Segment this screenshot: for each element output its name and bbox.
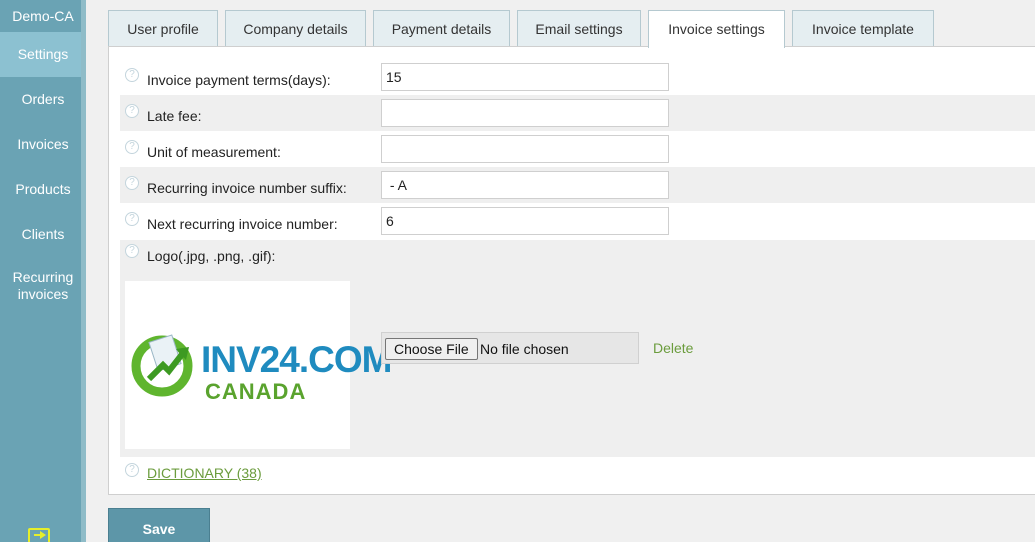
tab-invoice-template[interactable]: Invoice template bbox=[792, 10, 934, 47]
file-status: No file chosen bbox=[480, 341, 569, 357]
invoice-settings-panel: ? Invoice payment terms(days): ? Late fe… bbox=[108, 46, 1035, 495]
settings-tabs: User profile Company details Payment det… bbox=[108, 10, 1035, 48]
tab-payment-details[interactable]: Payment details bbox=[373, 10, 510, 47]
unit-row: ? Unit of measurement: bbox=[120, 131, 1035, 167]
choose-file-button[interactable]: Choose File bbox=[385, 338, 478, 360]
tab-invoice-settings[interactable]: Invoice settings bbox=[648, 10, 785, 48]
payment-terms-label: Invoice payment terms(days): bbox=[147, 72, 331, 88]
logout-icon[interactable] bbox=[28, 528, 50, 542]
late-fee-row: ? Late fee: bbox=[120, 95, 1035, 131]
logo-label: Logo(.jpg, .png, .gif): bbox=[147, 248, 276, 264]
help-icon[interactable]: ? bbox=[125, 244, 139, 258]
tab-email-settings[interactable]: Email settings bbox=[517, 10, 641, 47]
help-icon[interactable]: ? bbox=[125, 140, 139, 154]
sidebar-item-clients[interactable]: Clients bbox=[0, 212, 86, 257]
help-icon[interactable]: ? bbox=[125, 104, 139, 118]
next-number-label: Next recurring invoice number: bbox=[147, 216, 338, 232]
dictionary-link[interactable]: DICTIONARY (38) bbox=[147, 465, 262, 481]
payment-terms-row: ? Invoice payment terms(days): bbox=[120, 59, 1035, 95]
unit-input[interactable] bbox=[381, 135, 669, 163]
help-icon[interactable]: ? bbox=[125, 68, 139, 82]
logo-preview: INV24.COM CANADA bbox=[125, 281, 392, 449]
sidebar-brand[interactable]: Demo-CA bbox=[0, 0, 86, 32]
next-number-input[interactable] bbox=[381, 207, 669, 235]
dictionary-row: ? DICTIONARY (38) bbox=[120, 457, 1035, 491]
save-button[interactable]: Save bbox=[108, 508, 210, 542]
logo-brand-text: INV24.COM bbox=[201, 339, 392, 380]
logo-brand-sub: CANADA bbox=[205, 379, 307, 404]
sidebar-item-orders[interactable]: Orders bbox=[0, 77, 86, 122]
sidebar-item-settings[interactable]: Settings bbox=[0, 32, 86, 77]
sidebar-item-invoices[interactable]: Invoices bbox=[0, 122, 86, 167]
logo-row: ? Logo(.jpg, .png, .gif): INV24.COM CANA… bbox=[120, 240, 1035, 457]
suffix-label: Recurring invoice number suffix: bbox=[147, 180, 347, 196]
next-number-row: ? Next recurring invoice number: bbox=[120, 203, 1035, 239]
tab-user-profile[interactable]: User profile bbox=[108, 10, 218, 47]
sidebar-item-products[interactable]: Products bbox=[0, 167, 86, 212]
logo-file-input[interactable]: Choose File No file chosen bbox=[381, 332, 639, 364]
help-icon[interactable]: ? bbox=[125, 212, 139, 226]
suffix-row: ? Recurring invoice number suffix: bbox=[120, 167, 1035, 203]
sidebar-item-recurring-invoices[interactable]: Recurring invoices bbox=[0, 257, 86, 307]
late-fee-label: Late fee: bbox=[147, 108, 202, 124]
suffix-input[interactable] bbox=[381, 171, 669, 199]
help-icon[interactable]: ? bbox=[125, 176, 139, 190]
late-fee-input[interactable] bbox=[381, 99, 669, 127]
sidebar: Demo-CA Settings Orders Invoices Product… bbox=[0, 0, 86, 542]
delete-logo-link[interactable]: Delete bbox=[653, 340, 693, 356]
payment-terms-input[interactable] bbox=[381, 63, 669, 91]
unit-label: Unit of measurement: bbox=[147, 144, 281, 160]
help-icon[interactable]: ? bbox=[125, 463, 139, 477]
logo-mark-icon bbox=[131, 334, 193, 397]
tab-company-details[interactable]: Company details bbox=[225, 10, 366, 47]
